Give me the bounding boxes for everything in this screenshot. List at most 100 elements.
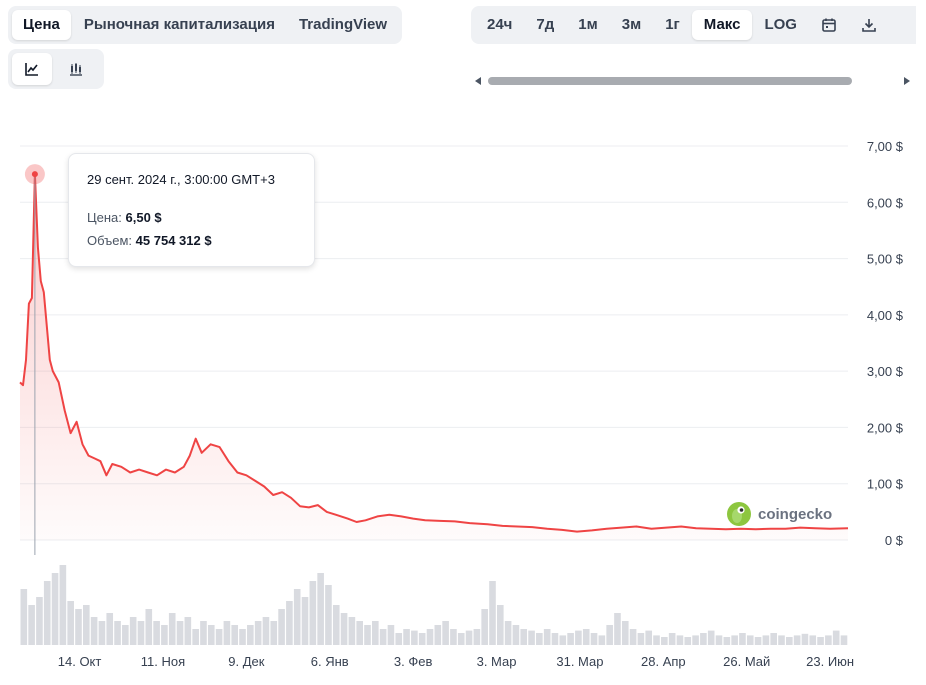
x-tick-label: 3. Фев — [394, 654, 433, 669]
x-tick-label: 26. Май — [723, 654, 770, 669]
volume-bar — [82, 605, 90, 645]
volume-bar — [457, 633, 465, 645]
volume-bar — [551, 633, 559, 645]
volume-bar — [473, 629, 481, 645]
x-tick-label: 6. Янв — [311, 654, 349, 669]
volume-bar — [43, 581, 51, 645]
volume-bar — [504, 621, 512, 645]
volume-bar — [786, 637, 793, 645]
volume-bar — [67, 601, 74, 645]
y-tick-label: 2,00 $ — [867, 420, 904, 435]
volume-bar — [825, 635, 832, 645]
volume-bar — [270, 621, 278, 645]
volume-bar — [762, 635, 770, 645]
volume-bar — [450, 629, 457, 645]
volume-bar — [114, 621, 121, 645]
volume-bar — [372, 621, 379, 645]
volume-bar — [817, 637, 824, 645]
tooltip-volume-value: 45 754 312 $ — [135, 233, 212, 248]
volume-bar — [239, 629, 246, 645]
volume-bar — [247, 625, 254, 645]
volume-bar — [36, 597, 43, 645]
volume-bar — [231, 625, 239, 645]
volume-bar — [520, 629, 528, 645]
x-tick-label: 28. Апр — [641, 654, 686, 669]
volume-bar — [559, 635, 567, 645]
volume-bar — [778, 635, 785, 645]
volume-bar — [340, 613, 348, 645]
volume-bar — [481, 609, 488, 645]
volume-bar — [90, 617, 98, 645]
tooltip-volume-label: Объем: — [87, 233, 133, 248]
volume-bar — [434, 625, 442, 645]
volume-bar — [75, 609, 82, 645]
volume-bar — [137, 621, 145, 645]
volume-bar — [200, 621, 207, 645]
volume-bar — [629, 629, 637, 645]
volume-bar — [145, 609, 153, 645]
volume-bar — [661, 637, 668, 645]
volume-bar — [621, 621, 629, 645]
volume-bar — [770, 633, 777, 645]
y-tick-label: 5,00 $ — [867, 252, 904, 267]
x-tick-label: 31. Мар — [556, 654, 603, 669]
volume-bar — [309, 581, 317, 645]
y-tick-label: 6,00 $ — [867, 195, 904, 210]
tooltip-price-row: Цена: 6,50 $ — [87, 210, 162, 225]
volume-bar — [676, 635, 684, 645]
volume-bar — [512, 625, 520, 645]
y-tick-label: 3,00 $ — [867, 364, 904, 379]
x-tick-label: 14. Окт — [58, 654, 102, 669]
y-tick-label: 4,00 $ — [867, 308, 904, 323]
volume-bar — [403, 629, 410, 645]
volume-bar — [793, 635, 801, 645]
watermark-text: coingecko — [758, 505, 833, 523]
volume-bar — [348, 617, 356, 645]
volume-bar — [129, 617, 137, 645]
tooltip: 29 сент. 2024 г., 3:00:00 GMT+3 Цена: 6,… — [68, 153, 315, 267]
y-tick-label: 0 $ — [885, 533, 904, 548]
volume-bar — [692, 635, 699, 645]
volume-bar — [98, 621, 106, 645]
volume-bar — [496, 605, 504, 645]
x-tick-label: 23. Июн — [806, 654, 854, 669]
volume-bar — [801, 633, 809, 645]
volume-bar — [832, 630, 840, 645]
volume-bar — [465, 630, 473, 645]
volume-bar — [325, 585, 332, 645]
volume-bar — [51, 573, 59, 645]
highlight-point — [31, 171, 38, 178]
volume-bar — [317, 573, 324, 645]
volume-bar — [575, 630, 582, 645]
volume-bar — [184, 617, 192, 645]
volume-bar — [707, 630, 715, 645]
y-tick-label: 1,00 $ — [867, 477, 904, 492]
volume-bar — [293, 589, 301, 645]
volume-bar — [528, 630, 535, 645]
volume-bar — [301, 597, 309, 645]
volume-bar — [700, 633, 707, 645]
volume-bar — [645, 630, 653, 645]
volume-bar — [59, 565, 67, 645]
tooltip-price-label: Цена: — [87, 210, 122, 225]
volume-bar — [715, 635, 723, 645]
volume-bar — [653, 635, 660, 645]
volume-bar — [278, 609, 285, 645]
volume-bar — [731, 635, 738, 645]
volume-bar — [254, 621, 262, 645]
tooltip-date: 29 сент. 2024 г., 3:00:00 GMT+3 — [87, 172, 275, 187]
volume-bar — [379, 629, 387, 645]
volume-bar — [754, 637, 762, 645]
volume-bar — [426, 629, 434, 645]
volume-bar — [739, 633, 746, 645]
volume-bar — [590, 633, 598, 645]
x-tick-label: 11. Ноя — [141, 654, 185, 669]
volume-bar — [598, 635, 606, 645]
tooltip-volume-row: Объем: 45 754 312 $ — [87, 233, 212, 248]
price-chart[interactable]: 0 $ 1,00 $ 2,00 $ 3,00 $ 4,00 $ 5,00 $ 6,00 $ 7… — [0, 0, 926, 685]
volume-bar — [223, 621, 231, 645]
volume-bar — [567, 633, 574, 645]
volume-bar — [168, 613, 176, 645]
volume-bar — [668, 633, 676, 645]
volume-bar — [582, 629, 590, 645]
